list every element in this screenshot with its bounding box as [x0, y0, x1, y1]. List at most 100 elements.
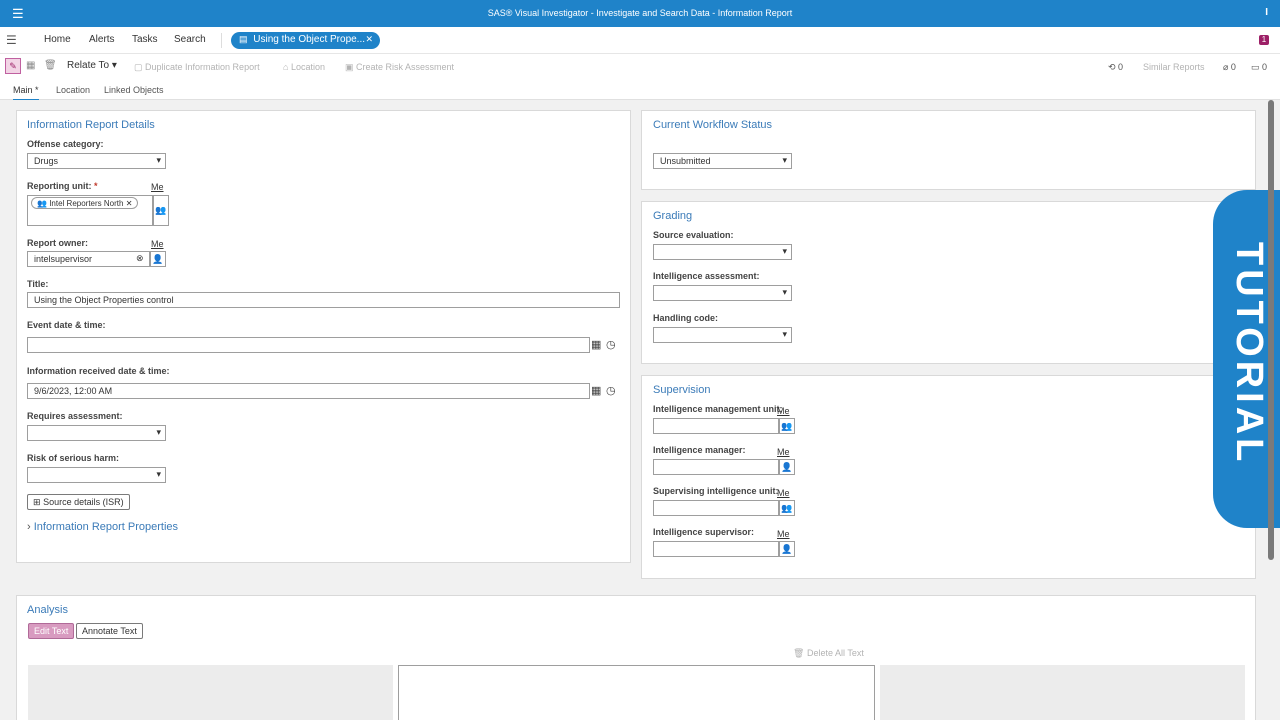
- report-owner-label: Report owner:: [27, 238, 89, 248]
- close-icon[interactable]: ✕: [365, 34, 373, 45]
- user-avatar[interactable]: I: [1265, 7, 1268, 18]
- workflow-panel: Current Workflow Status Unsubmitted: [641, 110, 1256, 190]
- toolbar: ✎ ▦ 🗑 Relate To ▾ ▢ Duplicate Informatio…: [0, 54, 1280, 80]
- delete-all-text-button[interactable]: 🗑 Delete All Text: [793, 648, 864, 659]
- grading-panel: Grading Source evaluation: Intelligence …: [641, 201, 1256, 364]
- delete-all-text-label: Delete All Text: [806, 648, 864, 658]
- received-date-input[interactable]: 9/6/2023, 12:00 AM: [27, 383, 590, 399]
- chip-remove-icon[interactable]: ✕: [126, 199, 133, 208]
- manager-label: Intelligence manager:: [653, 445, 746, 455]
- group-picker-button[interactable]: 👥: [779, 418, 795, 434]
- nav-bar: ☰ Home Alerts Tasks Search ▤ Using the O…: [0, 27, 1280, 54]
- risk-harm-select[interactable]: [27, 467, 166, 483]
- supervisor-field[interactable]: [653, 541, 779, 557]
- chevron-right-icon: ›: [27, 521, 31, 533]
- nav-home[interactable]: Home: [44, 34, 71, 45]
- properties-link-label: Information Report Properties: [33, 521, 179, 533]
- risk-harm-label: Risk of serious harm:: [27, 453, 120, 463]
- tab-location[interactable]: Location: [56, 85, 90, 95]
- duplicate-button[interactable]: ▢ Duplicate Information Report: [134, 62, 260, 73]
- nav-search[interactable]: Search: [174, 34, 206, 45]
- mgmt-unit-me-link[interactable]: Me: [777, 406, 790, 416]
- received-date-label: Information received date & time:: [27, 366, 170, 376]
- group-picker-button[interactable]: 👥: [779, 500, 795, 516]
- tab-linked-objects[interactable]: Linked Objects: [104, 85, 164, 95]
- attachments-counter[interactable]: ⌀ 0: [1223, 62, 1236, 73]
- delete-icon[interactable]: 🗑: [44, 60, 57, 71]
- source-details-label: Source details (ISR): [43, 497, 124, 507]
- reporting-unit-chip[interactable]: 👥 Intel Reporters North ✕: [31, 197, 139, 209]
- properties-expander[interactable]: › Information Report Properties: [27, 521, 178, 533]
- open-document-tab[interactable]: ▤ Using the Object Prope... ✕: [231, 32, 380, 49]
- location-button[interactable]: ⌂ Location: [283, 62, 325, 72]
- side-menu-icon[interactable]: ☰: [6, 33, 17, 47]
- mgmt-unit-label: Intelligence management unit:: [653, 404, 783, 414]
- analysis-side-area: [28, 665, 393, 720]
- page-tabs: Main * Location Linked Objects: [0, 80, 1280, 101]
- trash-icon: 🗑: [793, 648, 805, 658]
- intel-assessment-select[interactable]: [653, 285, 792, 301]
- workflow-status-select[interactable]: Unsubmitted: [653, 153, 792, 169]
- user-picker-button[interactable]: 👤: [779, 541, 795, 557]
- nav-separator: [221, 33, 222, 48]
- supervision-title: Supervision: [653, 384, 711, 396]
- title-input[interactable]: Using the Object Properties control: [27, 292, 620, 308]
- report-owner-field[interactable]: intelsupervisor: [27, 251, 150, 267]
- app-header: ☰ SAS® Visual Investigator - Investigate…: [0, 0, 1280, 27]
- group-picker-button[interactable]: 👥: [153, 195, 169, 226]
- reporting-unit-me-link[interactable]: Me: [151, 182, 164, 192]
- analysis-title: Analysis: [27, 604, 68, 616]
- report-owner-me-link[interactable]: Me: [151, 239, 164, 249]
- manager-me-link[interactable]: Me: [777, 447, 790, 457]
- analysis-text-editor[interactable]: [398, 665, 875, 720]
- group-icon: 👥: [37, 199, 47, 208]
- event-date-input[interactable]: [27, 337, 590, 353]
- similar-reports-button[interactable]: Similar Reports: [1143, 62, 1205, 72]
- clock-icon[interactable]: ◷: [606, 338, 616, 351]
- details-panel: Information Report Details Offense categ…: [16, 110, 631, 563]
- event-date-label: Event date & time:: [27, 320, 106, 330]
- supervisor-me-link[interactable]: Me: [777, 529, 790, 539]
- create-risk-button[interactable]: ▣ Create Risk Assessment: [345, 62, 454, 73]
- grading-title: Grading: [653, 210, 693, 222]
- calendar-icon[interactable]: ▦: [591, 338, 601, 351]
- nav-alerts[interactable]: Alerts: [89, 34, 115, 45]
- intel-assessment-label: Intelligence assessment:: [653, 271, 760, 281]
- tutorial-label: TUTORIAL: [1228, 242, 1270, 466]
- requires-assessment-select[interactable]: [27, 425, 166, 441]
- workflow-title: Current Workflow Status: [653, 119, 773, 131]
- manager-field[interactable]: [653, 459, 779, 475]
- clock-icon[interactable]: ◷: [606, 384, 616, 397]
- offense-select[interactable]: Drugs: [27, 153, 166, 169]
- sup-unit-me-link[interactable]: Me: [777, 488, 790, 498]
- edit-pencil-icon[interactable]: ✎: [5, 58, 21, 74]
- handling-code-select[interactable]: [653, 327, 792, 343]
- open-document-tab-label: Using the Object Prope...: [253, 34, 366, 45]
- source-details-button[interactable]: ⊞ Source details (ISR): [27, 494, 130, 510]
- nav-tasks[interactable]: Tasks: [132, 34, 158, 45]
- tasks-counter[interactable]: ⟲ 0: [1108, 62, 1123, 73]
- clear-icon[interactable]: ⊗: [136, 253, 144, 264]
- document-icon: ▤: [239, 34, 248, 44]
- details-title: Information Report Details: [27, 119, 155, 131]
- supervisor-label: Intelligence supervisor:: [653, 527, 755, 537]
- user-picker-button[interactable]: 👤: [150, 251, 166, 267]
- vertical-scrollbar[interactable]: [1268, 100, 1274, 560]
- source-evaluation-select[interactable]: [653, 244, 792, 260]
- notification-badge[interactable]: 1: [1259, 35, 1269, 45]
- save-icon[interactable]: ▦: [26, 60, 35, 71]
- sup-unit-field[interactable]: [653, 500, 779, 516]
- relate-to-button[interactable]: Relate To ▾: [67, 60, 117, 71]
- annotate-text-button[interactable]: Annotate Text: [76, 623, 143, 639]
- tab-main[interactable]: Main *: [13, 85, 39, 101]
- comments-counter[interactable]: ▭ 0: [1251, 62, 1267, 73]
- add-document-icon: ⊞: [33, 497, 41, 507]
- mgmt-unit-field[interactable]: [653, 418, 779, 434]
- sup-unit-label: Supervising intelligence unit:: [653, 486, 779, 496]
- edit-text-button[interactable]: Edit Text: [28, 623, 75, 639]
- user-picker-button[interactable]: 👤: [779, 459, 795, 475]
- app-title: SAS® Visual Investigator - Investigate a…: [487, 8, 793, 18]
- source-evaluation-label: Source evaluation:: [653, 230, 734, 240]
- calendar-icon[interactable]: ▦: [591, 384, 601, 397]
- offense-label: Offense category:: [27, 139, 104, 149]
